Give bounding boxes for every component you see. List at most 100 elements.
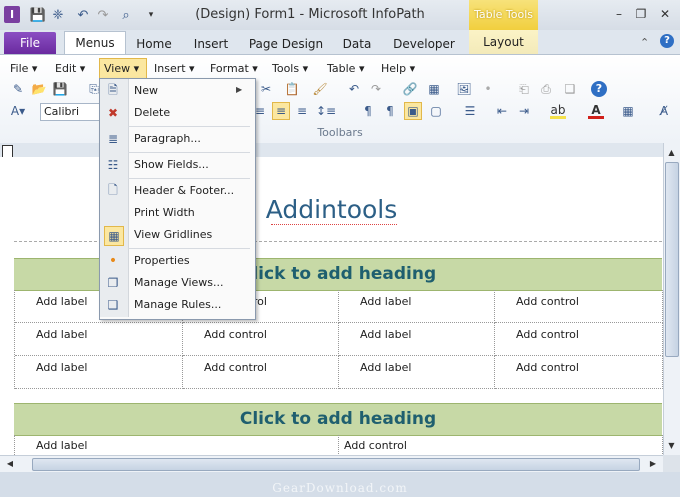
menu-item-manage-rules[interactable]: Manage Rules... xyxy=(128,294,254,316)
gridlines-icon: ▦ xyxy=(104,226,124,246)
submenu-arrow-icon: ▶ xyxy=(236,85,243,94)
label-cell[interactable]: Add label xyxy=(339,290,495,323)
line-spacing-icon[interactable]: ↕≡ xyxy=(316,103,336,119)
tab-layout[interactable]: Layout xyxy=(469,30,538,54)
menu-item-paragraph[interactable]: Paragraph... xyxy=(128,128,254,150)
new-doc-icon: 🗎 xyxy=(108,82,118,97)
restore-icon[interactable]: ❐ xyxy=(630,6,652,22)
publish-icon[interactable]: ⎙ xyxy=(538,81,554,97)
paragraph-icon: ≣ xyxy=(107,132,119,146)
scroll-down-icon[interactable]: ▼ xyxy=(664,439,679,453)
infopath-app-icon[interactable]: I xyxy=(4,6,20,23)
heading-cell[interactable]: Click to add heading xyxy=(14,403,662,436)
font-style-icon[interactable]: A▾ xyxy=(10,103,26,119)
vertical-scroll-thumb[interactable] xyxy=(665,162,679,357)
menu-item-print-width[interactable]: Print Width xyxy=(128,202,254,224)
align-center-icon[interactable]: ≡ xyxy=(272,102,290,120)
label-cell[interactable]: Add label xyxy=(339,356,495,389)
redo-icon[interactable]: ↷ xyxy=(95,7,111,23)
font-name-select[interactable]: Calibri xyxy=(40,103,101,121)
minimize-ribbon-icon[interactable]: ⌃ xyxy=(640,36,649,49)
styles-icon[interactable]: A̸ xyxy=(656,103,672,119)
menu-separator xyxy=(128,178,250,179)
menu-item-header-footer[interactable]: Header & Footer... xyxy=(128,180,254,202)
control-cell[interactable]: Add control xyxy=(495,290,663,323)
scroll-left-icon[interactable]: ◀ xyxy=(3,457,17,471)
menu-file[interactable]: File ▾ xyxy=(6,60,41,77)
label-cell[interactable]: Add label xyxy=(15,356,183,389)
dot-icon: • xyxy=(484,82,492,96)
menu-insert[interactable]: Insert ▾ xyxy=(150,60,199,77)
tab-menus[interactable]: Menus xyxy=(64,31,126,56)
tab-insert[interactable]: Insert xyxy=(188,34,234,54)
label-cell[interactable]: Add label xyxy=(15,435,339,455)
menu-edit[interactable]: Edit ▾ xyxy=(51,60,89,77)
help-icon[interactable]: ? xyxy=(660,34,674,48)
redo-toolbar-icon[interactable]: ↷ xyxy=(368,81,384,97)
menu-help[interactable]: Help ▾ xyxy=(377,60,419,77)
save-icon[interactable]: 💾 xyxy=(30,7,46,23)
view-mode-icon[interactable]: ▣ xyxy=(404,102,422,120)
label-cell[interactable]: Add label xyxy=(339,323,495,356)
delete-view-icon: ✖ xyxy=(107,106,119,120)
control-cell[interactable]: Add control xyxy=(339,435,663,455)
data-source-icon[interactable]: ⎗ xyxy=(516,81,532,97)
scroll-right-icon[interactable]: ▶ xyxy=(646,457,660,471)
tab-data[interactable]: Data xyxy=(336,34,378,54)
menu-item-view-gridlines[interactable]: View Gridlines xyxy=(128,224,254,246)
help-toolbar-icon[interactable]: ? xyxy=(591,81,607,97)
horizontal-scroll-thumb[interactable] xyxy=(32,458,640,471)
manage-rules-icon: ❑ xyxy=(107,298,119,312)
hyperlink-icon[interactable]: 🔗 xyxy=(402,81,418,97)
tab-page-design[interactable]: Page Design xyxy=(248,34,324,54)
bullet-icon: • xyxy=(108,253,118,269)
customize-qat-icon[interactable]: ▾ xyxy=(143,7,159,23)
bullets-icon[interactable]: ☰ xyxy=(462,103,478,119)
undo-icon[interactable]: ↶ xyxy=(75,7,91,23)
menu-view[interactable]: View ▾ xyxy=(99,58,147,79)
minimize-icon[interactable]: – xyxy=(608,6,630,22)
control-cell[interactable]: Add control xyxy=(183,323,339,356)
scroll-up-icon[interactable]: ▲ xyxy=(664,146,679,160)
menu-format[interactable]: Format ▾ xyxy=(206,60,262,77)
menu-table[interactable]: Table ▾ xyxy=(323,60,368,77)
tab-file[interactable]: File xyxy=(4,32,56,54)
watermark: GearDownload.com xyxy=(272,481,408,495)
control-cell[interactable]: Add control xyxy=(495,323,663,356)
open-folder-icon[interactable]: 📂 xyxy=(31,81,47,97)
undo-toolbar-icon[interactable]: ↶ xyxy=(346,81,362,97)
insert-table-icon[interactable]: ▦ xyxy=(426,81,442,97)
rtl-icon[interactable]: ¶ xyxy=(382,103,398,119)
align-right-icon[interactable]: ≡ xyxy=(294,103,310,119)
tab-developer[interactable]: Developer xyxy=(390,34,458,54)
close-icon[interactable]: ✕ xyxy=(654,6,676,22)
print-preview-icon[interactable]: ⌕ xyxy=(118,7,134,23)
menu-item-manage-views[interactable]: Manage Views... xyxy=(128,272,254,294)
ltr-icon[interactable]: ¶ xyxy=(360,103,376,119)
decrease-indent-icon[interactable]: ⇤ xyxy=(494,103,510,119)
save-template-icon[interactable]: ❈ xyxy=(50,7,66,23)
menu-tools[interactable]: Tools ▾ xyxy=(268,60,312,77)
font-color-icon[interactable]: A xyxy=(588,103,604,119)
manage-views-icon: ❐ xyxy=(107,276,119,290)
form-options-icon[interactable]: ❑ xyxy=(562,81,578,97)
menu-item-properties[interactable]: Properties xyxy=(128,250,254,272)
save-toolbar-icon[interactable]: 💾 xyxy=(52,81,68,97)
format-painter-icon[interactable]: 🖌 xyxy=(312,81,328,97)
highlight-icon[interactable]: ab xyxy=(550,103,566,119)
paste-icon[interactable]: 📋 xyxy=(284,81,300,97)
label-cell[interactable]: Add label xyxy=(15,323,183,356)
tab-home[interactable]: Home xyxy=(132,34,176,54)
picture-icon[interactable]: 🖼 xyxy=(456,81,472,97)
control-cell[interactable]: Add control xyxy=(495,356,663,389)
control-cell[interactable]: Add control xyxy=(183,356,339,389)
design-icon[interactable]: ✎ xyxy=(10,81,26,97)
table-tools-context-label: Table Tools xyxy=(469,0,538,30)
increase-indent-icon[interactable]: ⇥ xyxy=(516,103,532,119)
menu-item-show-fields[interactable]: Show Fields... xyxy=(128,154,254,176)
cut-icon[interactable]: ✂ xyxy=(258,81,274,97)
borders-icon[interactable]: ▦ xyxy=(620,103,636,119)
window-title: (Design) Form1 - Microsoft InfoPath xyxy=(195,7,425,22)
preview-icon[interactable]: ▢ xyxy=(428,103,444,119)
menu-item-delete[interactable]: Delete xyxy=(128,102,254,124)
